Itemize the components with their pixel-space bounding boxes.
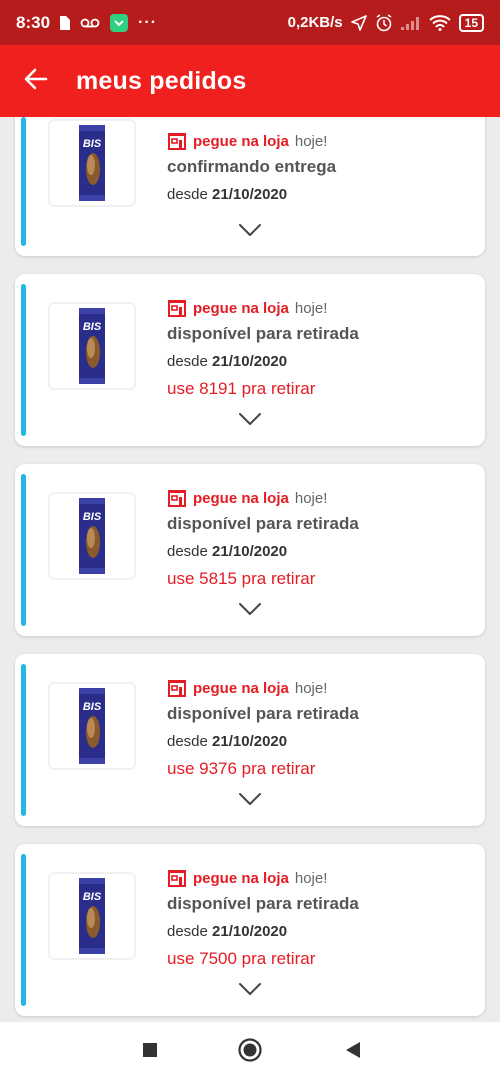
- chevron-down-icon: [238, 792, 262, 806]
- arrow-left-icon: [24, 68, 48, 95]
- product-thumbnail: BIS: [48, 119, 136, 207]
- order-card[interactable]: BIS pegue na loja hoje! disponível para …: [15, 654, 485, 826]
- order-since: desde 21/10/2020: [167, 733, 288, 750]
- pickup-label: pegue na loja: [193, 489, 289, 507]
- card-accent-bar: [21, 284, 26, 436]
- pickup-when: hoje!: [294, 679, 328, 697]
- store-icon: [167, 131, 187, 151]
- order-since: desde 21/10/2020: [167, 923, 288, 940]
- pickup-when: hoje!: [294, 132, 328, 150]
- chevron-down-icon: [238, 602, 262, 616]
- order-status: confirmando entrega: [167, 157, 337, 176]
- product-logo-text: BIS: [83, 138, 102, 150]
- order-list[interactable]: BIS pegue na loja hoje! confirmando entr…: [0, 117, 500, 1022]
- pickup-code: use 7500 pra retirar: [167, 949, 316, 968]
- location-icon: [350, 14, 367, 31]
- product-logo-text: BIS: [83, 891, 102, 903]
- circle-icon: [237, 1037, 263, 1068]
- expand-button[interactable]: [234, 788, 266, 810]
- network-speed: 0,2KB/s: [287, 14, 343, 31]
- chevron-down-icon: [238, 982, 262, 996]
- system-back-button[interactable]: [340, 1039, 366, 1065]
- order-since: desde 21/10/2020: [167, 543, 288, 560]
- order-since: desde 21/10/2020: [167, 186, 288, 203]
- pickup-label: pegue na loja: [193, 299, 289, 317]
- pickup-label: pegue na loja: [193, 132, 289, 150]
- battery-icon: 15: [458, 13, 484, 32]
- product-image: BIS: [79, 308, 105, 384]
- card-accent-bar: [21, 117, 26, 246]
- product-image: BIS: [79, 688, 105, 764]
- alarm-icon: [375, 13, 393, 32]
- product-logo-text: BIS: [83, 701, 102, 713]
- expand-button[interactable]: [234, 598, 266, 620]
- expand-button[interactable]: [234, 978, 266, 1000]
- expand-button[interactable]: [234, 219, 266, 241]
- order-card[interactable]: BIS pegue na loja hoje! disponível para …: [15, 274, 485, 446]
- status-time: 8:30: [16, 12, 51, 32]
- order-status: disponível para retirada: [167, 894, 359, 913]
- square-icon: [142, 1042, 158, 1063]
- order-status: disponível para retirada: [167, 514, 359, 533]
- sim-card-icon: [60, 15, 71, 30]
- store-icon: [167, 868, 187, 888]
- pickup-code: use 8191 pra retirar: [167, 379, 316, 398]
- chevron-down-icon: [238, 223, 262, 237]
- order-status: disponível para retirada: [167, 324, 359, 343]
- product-thumbnail: BIS: [48, 302, 136, 390]
- product-thumbnail: BIS: [48, 872, 136, 960]
- expand-button[interactable]: [234, 408, 266, 430]
- voicemail-icon: [80, 17, 100, 29]
- order-card[interactable]: BIS pegue na loja hoje! confirmando entr…: [15, 117, 485, 256]
- product-image: BIS: [79, 878, 105, 954]
- pickup-when: hoje!: [294, 869, 328, 887]
- triangle-back-icon: [345, 1041, 361, 1064]
- back-button[interactable]: [0, 45, 72, 117]
- pickup-code: use 5815 pra retirar: [167, 569, 316, 588]
- home-button[interactable]: [237, 1037, 263, 1068]
- pickup-when: hoje!: [294, 299, 328, 317]
- product-thumbnail: BIS: [48, 492, 136, 580]
- product-image: BIS: [79, 498, 105, 574]
- app-bar: meus pedidos: [0, 45, 500, 117]
- card-accent-bar: [21, 854, 26, 1006]
- product-logo-text: BIS: [83, 321, 102, 333]
- system-nav-bar: [0, 1022, 500, 1082]
- store-icon: [167, 488, 187, 508]
- card-accent-bar: [21, 474, 26, 626]
- pickup-code: use 9376 pra retirar: [167, 759, 316, 778]
- pickup-when: hoje!: [294, 489, 328, 507]
- page-title: meus pedidos: [76, 66, 247, 95]
- order-card[interactable]: BIS pegue na loja hoje! disponível para …: [15, 844, 485, 1016]
- product-thumbnail: BIS: [48, 682, 136, 770]
- store-icon: [167, 678, 187, 698]
- card-accent-bar: [21, 664, 26, 816]
- pickup-label: pegue na loja: [193, 679, 289, 697]
- chevron-down-icon: [238, 412, 262, 426]
- order-status: disponível para retirada: [167, 704, 359, 723]
- order-since: desde 21/10/2020: [167, 353, 288, 370]
- status-bar: 8:30 ··· 0,2KB/s 15: [0, 0, 500, 45]
- order-card[interactable]: BIS pegue na loja hoje! disponível para …: [15, 464, 485, 636]
- pickup-label: pegue na loja: [193, 869, 289, 887]
- signal-icon: [400, 16, 421, 30]
- product-logo-text: BIS: [83, 511, 102, 523]
- wifi-icon: [428, 14, 451, 31]
- recents-button[interactable]: [137, 1039, 163, 1065]
- store-icon: [167, 298, 187, 318]
- product-image: BIS: [79, 125, 105, 201]
- app-notification-icon: [110, 13, 129, 32]
- more-notifications-icon: ···: [138, 13, 158, 31]
